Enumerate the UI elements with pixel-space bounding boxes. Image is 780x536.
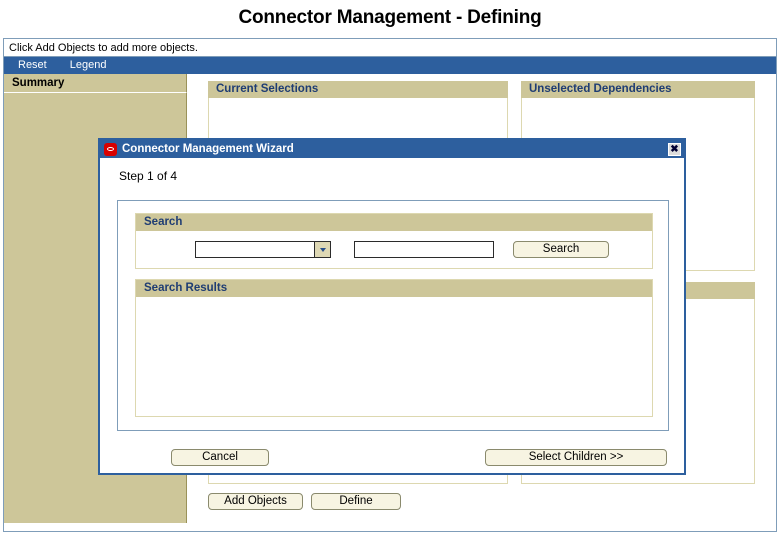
summary-header: Summary (4, 74, 187, 93)
status-message: Click Add Objects to add more objects. (4, 39, 776, 57)
action-bar: Add Objects Define (208, 493, 401, 510)
search-results-section: Search Results (135, 279, 653, 417)
panel-current-selections-title: Current Selections (208, 81, 508, 98)
select-children-button[interactable]: Select Children >> (485, 449, 667, 466)
search-category-dropdown[interactable] (195, 241, 331, 258)
dialog-title: Connector Management Wizard (122, 143, 294, 155)
close-icon[interactable]: ✖ (668, 142, 681, 156)
define-button[interactable]: Define (311, 493, 401, 510)
search-section: Search Search (135, 213, 653, 269)
search-results-list[interactable] (136, 297, 652, 416)
menu-item-legend[interactable]: Legend (61, 57, 116, 74)
search-input[interactable] (354, 241, 494, 258)
page-title: Connector Management - Defining (238, 7, 542, 28)
wizard-inner-container: Search Search Search Results (117, 200, 669, 431)
search-button[interactable]: Search (513, 241, 609, 258)
panel-unselected-dependencies-title: Unselected Dependencies (521, 81, 755, 98)
add-objects-button[interactable]: Add Objects (208, 493, 303, 510)
dialog-titlebar[interactable]: Connector Management Wizard ✖ (100, 140, 684, 158)
menu-item-reset[interactable]: Reset (9, 57, 56, 74)
search-category-value (196, 242, 314, 257)
cancel-button[interactable]: Cancel (171, 449, 269, 466)
dialog-body: Step 1 of 4 Search Search Search Results… (100, 158, 684, 473)
menu-bar: Reset Legend (4, 57, 776, 74)
wizard-step-label: Step 1 of 4 (119, 169, 178, 183)
dialog-footer: Cancel Select Children >> (100, 449, 684, 473)
connector-management-wizard-dialog: Connector Management Wizard ✖ Step 1 of … (98, 138, 686, 475)
application-frame: Click Add Objects to add more objects. R… (3, 38, 777, 532)
search-results-title: Search Results (136, 280, 652, 297)
search-row: Search (136, 231, 652, 268)
search-section-title: Search (136, 214, 652, 231)
chevron-down-icon[interactable] (314, 242, 330, 257)
oracle-logo-icon (104, 142, 117, 156)
